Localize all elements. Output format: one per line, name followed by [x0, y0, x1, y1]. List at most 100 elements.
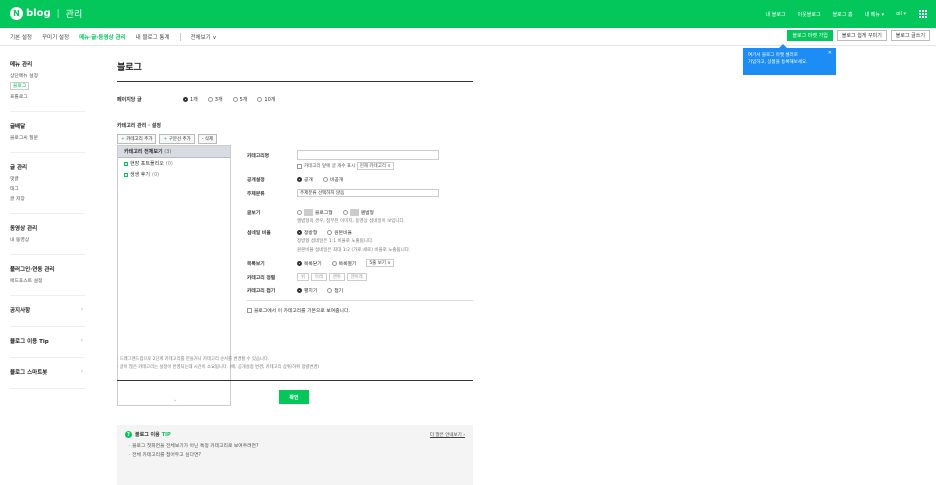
tab-basic-settings[interactable]: 기본 설정 [10, 33, 32, 41]
sort-up-button[interactable]: 위 [297, 273, 309, 281]
default-category-label: 블로그에서 이 카테고리를 기본으로 보여줍니다. [254, 309, 350, 314]
confirm-button[interactable]: 확인 [279, 390, 309, 404]
category-name-input[interactable] [297, 150, 439, 160]
sidebar-item-blog[interactable]: 블로그 [10, 82, 30, 90]
sidebar-item-question[interactable]: 블로그씨 질문 [10, 134, 85, 141]
note-line: 글이 많은 카테고리는 설정이 반영되는데 시간이 소요됩니다. (예, 공개설… [119, 365, 319, 370]
market-tooltip: ✕ 여기서 블로그 마켓 셀러로 가입하고, 상품을 등록해보세요. [743, 44, 836, 75]
sidebar-item-tags[interactable]: 태그 [10, 185, 85, 192]
album-view-icon [349, 209, 359, 216]
option-label: 앨범형 [360, 211, 374, 216]
list-close-option[interactable]: 목록닫기 [297, 260, 322, 267]
ppp-option-5[interactable]: 5개 [232, 96, 247, 103]
top-bar: N blog | 관리 내 블로그 이웃블로그 블로그 홈 내 메뉴 ▾ oil… [0, 0, 936, 28]
sidebar-heading: 블로그 스마트봇 [10, 370, 48, 376]
delete-button[interactable]: - 삭제 [197, 134, 218, 144]
sidebar-heading: 글배달 [10, 124, 26, 130]
thumbnail-note1: 정방형 섬네일은 1:1 비율로 노출됩니다. [297, 239, 374, 244]
album-view-option[interactable]: 앨범형 [342, 209, 374, 216]
sidebar-group-video: 동영상 관리 내 동영상 [10, 224, 85, 255]
radio-icon [322, 177, 328, 182]
public-option[interactable]: 공개 [297, 176, 313, 183]
chevron-down-icon[interactable]: ⌄ [173, 397, 177, 403]
option-label: 접기 [334, 289, 344, 294]
radio-icon [297, 210, 302, 215]
square-option[interactable]: 정방형 [297, 229, 317, 236]
topic-select[interactable]: 주제분류 선택하지 않음 [297, 189, 439, 197]
tip-item[interactable]: 전체 카테고리를 접어두고 싶다면? [132, 453, 201, 458]
nav-neighbor-blog[interactable]: 이웃블로그 [798, 11, 821, 18]
tab-stats[interactable]: 내 블로그 통계 [136, 33, 170, 41]
naver-logo[interactable]: N blog | 관리 [10, 7, 82, 20]
nav-my-menu[interactable]: 내 메뉴 ▾ [865, 11, 885, 18]
sidebar-item-top-menu[interactable]: 상단메뉴 설정 [10, 72, 85, 79]
nav-user[interactable]: oil ▾ [896, 11, 906, 18]
fold-option[interactable]: 접기 [327, 287, 343, 294]
market-join-button[interactable]: 블로그 마켓 가입 [787, 30, 833, 41]
tip-tag: TIP [161, 431, 171, 438]
nav-my-blog[interactable]: 내 블로그 [766, 11, 786, 18]
sidebar-item-notice[interactable]: 공지사항 [10, 306, 85, 327]
sidebar-item-adpost[interactable]: 애드포스트 설정 [10, 277, 85, 284]
sidebar-item-my-videos[interactable]: 내 동영상 [10, 236, 85, 243]
private-option[interactable]: 비공개 [322, 176, 344, 183]
ppp-option-3[interactable]: 3개 [207, 96, 223, 103]
radio-icon [297, 288, 302, 293]
sidebar-item-prologue[interactable]: 프롤로그 [10, 93, 85, 100]
notes: · 드래그앤드랍으로 2단계 카테고리를 만들거나 카테고리 순서를 변경할 수… [117, 357, 319, 370]
original-option[interactable]: 원본비율 [327, 229, 352, 236]
sort-down-button[interactable]: 아래 [310, 273, 327, 281]
option-label: 목록열기 [338, 261, 357, 267]
close-icon[interactable]: ✕ [828, 50, 832, 57]
easy-design-button[interactable]: 블로그 쉽게 꾸미기 [836, 30, 887, 41]
tip-item[interactable]: 블로그 첫화면을 전체보기가 아닌 특정 카테고리로 보여주려면? [132, 444, 258, 449]
tooltip-line1: 여기서 블로그 마켓 셀러로 [748, 53, 798, 58]
ppp-option-1[interactable]: 1개 [183, 96, 198, 103]
radio-icon [327, 230, 333, 235]
more-guide-link[interactable]: 더 많은 안내보기 › [430, 432, 465, 438]
list-lines-select[interactable]: 5줄 보기 ∨ [366, 259, 394, 267]
tree-root[interactable]: 카테고리 전체보기 (3) [118, 146, 230, 158]
radio-icon [297, 230, 302, 235]
show-count-checkbox[interactable] [297, 163, 302, 169]
add-divider-button[interactable]: + 구분선 추가 [159, 134, 195, 144]
tree-item-portfolio[interactable]: 현장 포트폴리오 (0) [118, 158, 230, 169]
tab-design-settings[interactable]: 꾸미기 설정 [42, 33, 69, 41]
option-label: 비공개 [329, 178, 344, 183]
default-category-checkbox[interactable] [247, 308, 252, 313]
button-label: 구분선 추가 [168, 137, 191, 142]
add-category-button[interactable]: + 카테고리 추가 [117, 134, 157, 144]
unfold-option[interactable]: 펼치기 [297, 287, 317, 294]
option-label: 목록닫기 [304, 261, 322, 267]
write-post-button[interactable]: 블로그 글쓰기 [890, 30, 930, 41]
sidebar-item-comments[interactable]: 댓글 [10, 175, 85, 182]
sidebar-item-saved[interactable]: 글 저장 [10, 195, 85, 202]
sidebar-group-delivery: 글배달 블로그씨 질문 [10, 122, 85, 153]
tree-item-count: (0) [152, 171, 160, 178]
blog-view-icon [304, 209, 313, 216]
note-line: 드래그앤드랍으로 2단계 카테고리를 만들거나 카테고리 순서를 변경할 수 있… [119, 357, 270, 362]
posts-per-page-label: 페이지당 글 [117, 97, 142, 103]
brand-label: blog [26, 8, 51, 19]
fold-label: 카테고리 접기 [247, 289, 276, 294]
radio-icon [232, 97, 238, 102]
button-label: 카테고리 추가 [126, 137, 153, 142]
sidebar-heading: 블로그 이용 Tip [10, 339, 49, 345]
radio-icon [207, 97, 213, 102]
main-content: 블로그 페이지당 글 1개 3개 5개 10개 카테고리 관리 · 설정 + 카… [117, 60, 473, 485]
sort-top-button[interactable]: 맨위 [328, 273, 345, 281]
sort-bottom-button[interactable]: 맨아래 [346, 273, 367, 281]
tab-menu-management[interactable]: 메뉴·글·동영상 관리 [79, 33, 126, 41]
show-count-select[interactable]: 현재 카테고리 ∨ [356, 162, 394, 170]
tab-view-all[interactable]: 전체보기 ∨ [191, 33, 217, 41]
category-form: 카테고리명 카테고리 앞에 글 개수 표시 현재 카테고리 ∨ 공개설정 공개 … [247, 150, 473, 314]
list-open-option[interactable]: 목록열기 [331, 260, 357, 267]
blog-view-option[interactable]: 블로그형 [297, 209, 333, 216]
apps-grid-icon[interactable] [918, 9, 927, 18]
ppp-option-10[interactable]: 10개 [257, 96, 275, 103]
sidebar-item-smartbot[interactable]: 블로그 스마트봇 [10, 368, 85, 389]
nav-blog-home[interactable]: 블로그 홈 [833, 11, 853, 18]
page-title: 블로그 [117, 60, 473, 82]
sidebar-item-tips[interactable]: 블로그 이용 Tip [10, 337, 85, 358]
tree-item-reviews[interactable]: 생생 후기 (0) [118, 169, 230, 180]
